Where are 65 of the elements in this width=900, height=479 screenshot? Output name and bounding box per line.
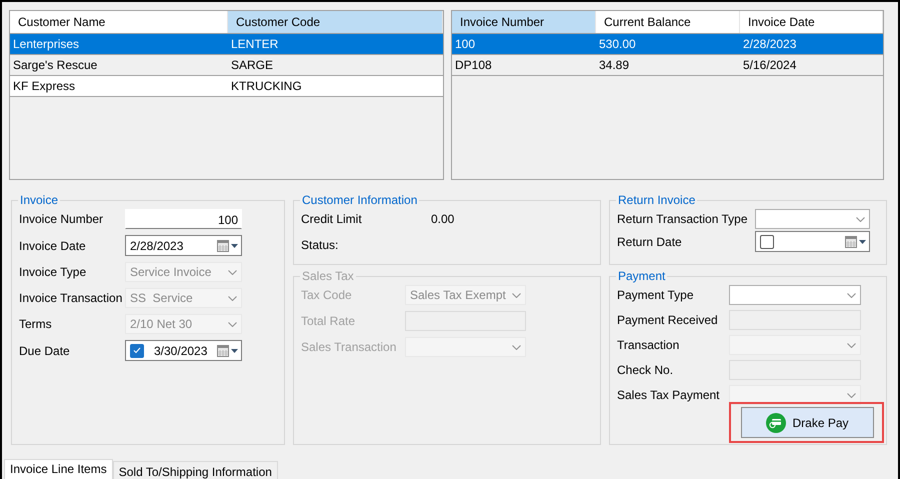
chevron-down-icon bbox=[847, 342, 856, 348]
column-header[interactable]: Customer Name bbox=[10, 11, 228, 33]
column-header[interactable]: Customer Code bbox=[228, 11, 443, 33]
field-label: Terms bbox=[19, 317, 53, 331]
field-label: Sales Transaction bbox=[301, 340, 398, 354]
calendar-icon[interactable] bbox=[217, 240, 229, 252]
table-cell: 2/28/2023 bbox=[740, 34, 883, 54]
column-header[interactable]: Invoice Number bbox=[452, 11, 596, 33]
date-picker[interactable]: 3/30/2023 bbox=[125, 340, 242, 361]
field-label: Credit Limit bbox=[301, 212, 363, 226]
calendar-icon[interactable] bbox=[845, 236, 857, 248]
checkbox[interactable] bbox=[760, 234, 774, 248]
table-cell: Lenterprises bbox=[10, 34, 228, 54]
chevron-down-icon bbox=[512, 344, 521, 350]
date-picker[interactable]: 2/28/2023 bbox=[125, 235, 242, 256]
chevron-down-icon bbox=[228, 270, 237, 274]
credit-limit-value: 0.00 bbox=[431, 212, 456, 226]
drake-pay-button[interactable]: Drake Pay bbox=[741, 407, 874, 438]
chevron-down-icon bbox=[847, 292, 856, 298]
group-title: Invoice bbox=[19, 193, 60, 207]
text-field[interactable]: 100 bbox=[125, 209, 242, 229]
group-title: Sales Tax bbox=[301, 269, 355, 283]
dropdown[interactable] bbox=[729, 285, 861, 305]
group-title: Customer Information bbox=[301, 193, 418, 207]
data-grid[interactable]: Customer Name Customer Code Lenterprises LENTER Sarge's Rescue SARGE KF Express KTRUCKING bbox=[9, 10, 444, 180]
checkmark-icon bbox=[133, 347, 141, 354]
field-label: Invoice Type bbox=[19, 265, 88, 279]
field-label: Return Transaction Type bbox=[617, 212, 749, 226]
field-label: Tax Code bbox=[301, 288, 353, 302]
table-cell: KF Express bbox=[10, 76, 228, 96]
table-cell: KTRUCKING bbox=[228, 76, 443, 96]
chevron-down-icon bbox=[228, 296, 237, 300]
field-label: Sales Tax Payment bbox=[617, 388, 720, 402]
caret-icon[interactable] bbox=[231, 244, 238, 248]
group-title: Payment bbox=[617, 269, 666, 283]
field-label: Payment Type bbox=[617, 288, 694, 302]
group-title: Return Invoice bbox=[617, 193, 696, 207]
date-picker[interactable] bbox=[755, 231, 870, 252]
chevron-down-icon bbox=[856, 216, 865, 222]
chevron-down-icon bbox=[847, 392, 856, 398]
field-label: Status: bbox=[301, 238, 340, 252]
field-label: Total Rate bbox=[301, 314, 356, 328]
tab[interactable]: Sold To/Shipping Information bbox=[112, 461, 278, 479]
caret-icon[interactable] bbox=[859, 240, 866, 244]
column-header[interactable]: Invoice Date bbox=[740, 11, 883, 33]
column-header[interactable]: Current Balance bbox=[596, 11, 740, 33]
field-label: Invoice Number bbox=[19, 212, 104, 226]
calendar-icon[interactable] bbox=[217, 344, 230, 356]
field-label: Payment Received bbox=[617, 313, 719, 327]
field-label: Transaction bbox=[617, 338, 680, 352]
field-label: Check No. bbox=[617, 363, 674, 377]
field-label: Invoice Transaction bbox=[19, 291, 124, 305]
table-cell: LENTER bbox=[228, 34, 443, 54]
field-label: Invoice Date bbox=[19, 238, 87, 252]
table-cell: 100 bbox=[452, 34, 596, 54]
chevron-down-icon bbox=[228, 322, 237, 326]
data-grid[interactable]: Invoice Number Current Balance Invoice Date 100 530.00 2/28/2023 DP108 34.89 5/16/2024 bbox=[451, 10, 884, 180]
field-label: Return Date bbox=[617, 234, 683, 248]
field-label: Due Date bbox=[19, 344, 71, 358]
checkbox[interactable] bbox=[130, 344, 144, 358]
tab[interactable]: Invoice Line Items bbox=[4, 459, 113, 479]
chevron-down-icon bbox=[512, 292, 521, 298]
table-cell: 530.00 bbox=[596, 34, 740, 54]
payment-card-icon bbox=[766, 412, 786, 432]
caret-icon[interactable] bbox=[231, 348, 238, 352]
